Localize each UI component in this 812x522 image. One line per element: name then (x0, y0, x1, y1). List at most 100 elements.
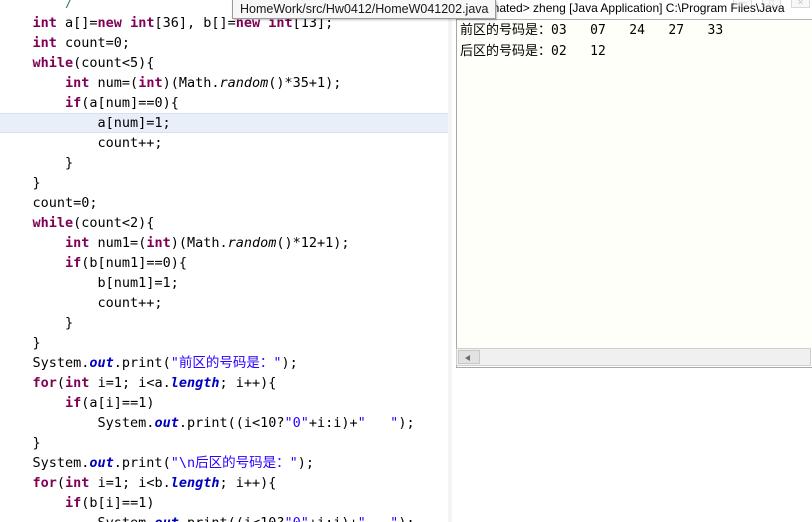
code-token: .print((i<10? (179, 515, 285, 522)
code-token: )(Math. (170, 235, 228, 251)
maximize-button[interactable]: □ (762, 0, 781, 8)
code-line[interactable]: if(a[i]==1) (0, 393, 452, 413)
code-token: ( (56, 475, 66, 491)
code-token: } (0, 155, 74, 171)
code-token: ()*12+1); (276, 235, 350, 251)
code-line[interactable]: for(int i=1; i<b.length; i++){ (0, 473, 452, 493)
code-token: int (130, 15, 155, 31)
close-button[interactable]: ✕ (791, 0, 810, 8)
code-line[interactable]: System.out.print((i<10?"0"+i:i)+" "); (0, 413, 452, 433)
code-token: count=0; (56, 35, 131, 51)
console-frame: <terminated> zheng [Java Application] C:… (456, 0, 812, 368)
minimize-button[interactable]: — (733, 0, 752, 8)
code-token: count++; (0, 295, 163, 311)
code-line[interactable]: count=0; (0, 193, 452, 213)
code-token: b[num1]=1; (0, 275, 179, 291)
code-token: length (170, 375, 220, 391)
code-line[interactable]: if(a[num]==0){ (0, 93, 452, 113)
code-token: " " (357, 415, 399, 431)
code-line[interactable]: } (0, 153, 452, 173)
code-token: if (65, 495, 82, 511)
code-line[interactable]: while(count<5){ (0, 53, 452, 73)
code-token: random (227, 235, 277, 251)
code-token: if (65, 95, 82, 111)
code-token: +i:i)+ (309, 515, 358, 522)
code-token: (a[num]==0){ (81, 95, 179, 111)
code-token: i=1; i<b. (89, 475, 171, 491)
code-token: ()*35+1); (268, 75, 342, 91)
code-line[interactable]: count++; (0, 133, 452, 153)
code-line[interactable]: } (0, 433, 452, 453)
code-line[interactable]: int num1=(int)(Math.random()*12+1); (0, 233, 452, 253)
code-line[interactable]: if(b[num1]==0){ (0, 253, 452, 273)
code-token: ); (297, 455, 314, 471)
code-token: random (219, 75, 269, 91)
code-token: (b[i]==1) (81, 495, 155, 511)
code-text-area[interactable]: / int a[]=new int[36], b[]=new int[13]; … (0, 0, 452, 522)
code-line[interactable]: b[num1]=1; (0, 273, 452, 293)
console-output-line: 后区的号码是：02 12 (460, 44, 606, 59)
code-token: for (32, 375, 57, 391)
code-line[interactable]: int num=(int)(Math.random()*35+1); (0, 73, 452, 93)
code-token: "\n后区的号码是：" (170, 455, 298, 471)
code-line[interactable]: if(b[i]==1) (0, 493, 452, 513)
code-token: } (0, 315, 74, 331)
scrollbar-thumb[interactable] (458, 350, 480, 364)
code-token: [36], b[]= (154, 15, 236, 31)
code-line[interactable]: } (0, 333, 452, 353)
code-line[interactable]: a[num]=1; (0, 113, 452, 133)
code-token: if (65, 255, 82, 271)
code-line[interactable]: count++; (0, 293, 452, 313)
code-token: ( (56, 375, 66, 391)
code-token: int (32, 35, 57, 51)
console-output[interactable]: 前区的号码是：03 07 24 27 33 后区的号码是：02 12 (457, 20, 812, 367)
code-token: (a[i]==1) (81, 395, 155, 411)
code-line[interactable]: for(int i=1; i<a.length; i++){ (0, 373, 452, 393)
code-line[interactable]: int count=0; (0, 33, 452, 53)
code-token: "前区的号码是：" (170, 355, 282, 371)
code-token: num1=( (89, 235, 147, 251)
code-token: } (0, 335, 41, 351)
triangle-left-icon (465, 355, 470, 361)
code-token: length (170, 475, 220, 491)
code-token: while (32, 215, 74, 231)
code-token: (b[num1]==0){ (81, 255, 187, 271)
code-token: for (32, 475, 57, 491)
code-token: out (89, 455, 114, 471)
code-line[interactable]: while(count<2){ (0, 213, 452, 233)
code-line[interactable]: } (0, 313, 452, 333)
code-token: .print((i<10? (178, 415, 285, 431)
code-token: int (138, 75, 163, 91)
code-line[interactable]: } (0, 173, 452, 193)
code-token: ); (281, 355, 298, 371)
window-control-buttons[interactable]: — □ ✕ (732, 0, 810, 8)
code-token: " " (358, 515, 399, 522)
code-token: int (146, 235, 171, 251)
code-line[interactable]: System.out.print((i<10?"0"+i:i)+" "); (0, 513, 452, 522)
code-token: System. (0, 515, 155, 522)
code-token: } (0, 435, 41, 451)
code-token: a[num]=1; (0, 115, 171, 131)
code-token: .print( (113, 355, 171, 371)
code-line[interactable]: System.out.print("\n后区的号码是："); (0, 453, 452, 473)
code-token: int (32, 15, 57, 31)
code-token: i=1; i<a. (89, 375, 171, 391)
code-token: out (154, 515, 178, 522)
code-token: "0" (284, 415, 309, 431)
code-token: ); (398, 415, 415, 431)
code-line[interactable]: System.out.print("前区的号码是："); (0, 353, 452, 373)
console-horizontal-scrollbar[interactable] (456, 348, 811, 366)
code-token: out (89, 355, 114, 371)
editor-vertical-scrollbar[interactable] (448, 0, 452, 522)
java-source-editor[interactable]: / int a[]=new int[36], b[]=new int[13]; … (0, 0, 452, 522)
